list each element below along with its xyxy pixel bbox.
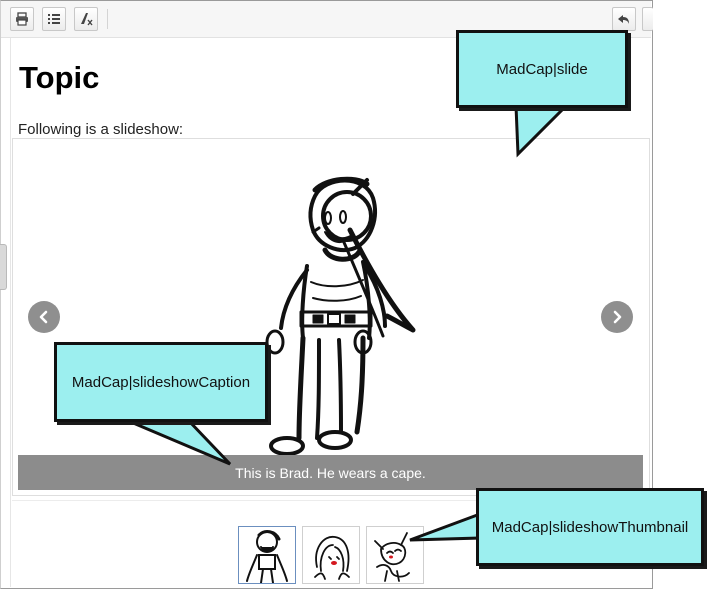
chevron-right-icon xyxy=(613,310,622,324)
chevron-left-icon xyxy=(39,310,48,324)
callout-slide-box: MadCap|slide xyxy=(456,30,628,108)
callout-thumbnail-label: MadCap|slideshowThumbnail xyxy=(491,518,689,536)
slideshow-caption-text: This is Brad. He wears a cape. xyxy=(235,464,426,481)
slide-image-brad xyxy=(265,176,416,456)
thumbnail-brad-image xyxy=(246,530,288,584)
thumbnail-brad[interactable] xyxy=(238,526,296,584)
intro-text: Following is a slideshow: xyxy=(18,121,184,138)
callout-caption-box: MadCap|slideshowCaption xyxy=(54,342,268,422)
callout-slide-label: MadCap|slide xyxy=(496,60,588,78)
slideshow-prev-button[interactable] xyxy=(28,301,60,333)
callout-thumbnail-box: MadCap|slideshowThumbnail xyxy=(476,488,704,566)
sidebar-toggle-handle[interactable] xyxy=(0,244,7,290)
thumbnail-girl-image xyxy=(314,536,350,580)
print-icon xyxy=(16,12,28,26)
redo-button[interactable] xyxy=(642,7,653,31)
page-title: Topic xyxy=(19,60,100,95)
undo-icon xyxy=(618,15,629,24)
list-icon xyxy=(48,14,60,24)
clear-formatting-button[interactable] xyxy=(74,7,98,31)
undo-button[interactable] xyxy=(612,7,636,31)
thumbnail-girl[interactable] xyxy=(302,526,360,584)
slideshow-next-button[interactable] xyxy=(601,301,633,333)
clear-formatting-icon xyxy=(81,13,93,26)
callout-caption-label: MadCap|slideshowCaption xyxy=(71,373,251,391)
list-button[interactable] xyxy=(42,7,66,31)
print-button[interactable] xyxy=(10,7,34,31)
toolbar-separator xyxy=(107,9,108,29)
